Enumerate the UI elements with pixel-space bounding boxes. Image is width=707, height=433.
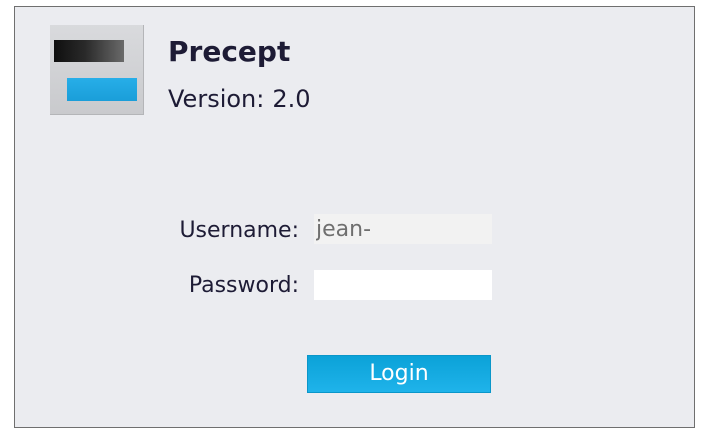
app-name: Precept (168, 35, 291, 68)
login-dialog: Precept Version:2.0 Username: Password: … (14, 6, 695, 428)
username-field[interactable] (314, 214, 492, 244)
password-label: Password: (188, 273, 299, 298)
login-button[interactable]: Login (307, 355, 491, 393)
version-info: Version: 2.0 (168, 85, 319, 113)
logo-dark-bar (54, 40, 124, 62)
version-value: 2.0 (272, 85, 311, 113)
app-logo-icon (50, 25, 144, 115)
username-label: Username: (179, 218, 299, 243)
logo-blue-bar (67, 78, 137, 101)
version-label: Version: (168, 85, 265, 113)
password-field[interactable] (314, 270, 492, 300)
